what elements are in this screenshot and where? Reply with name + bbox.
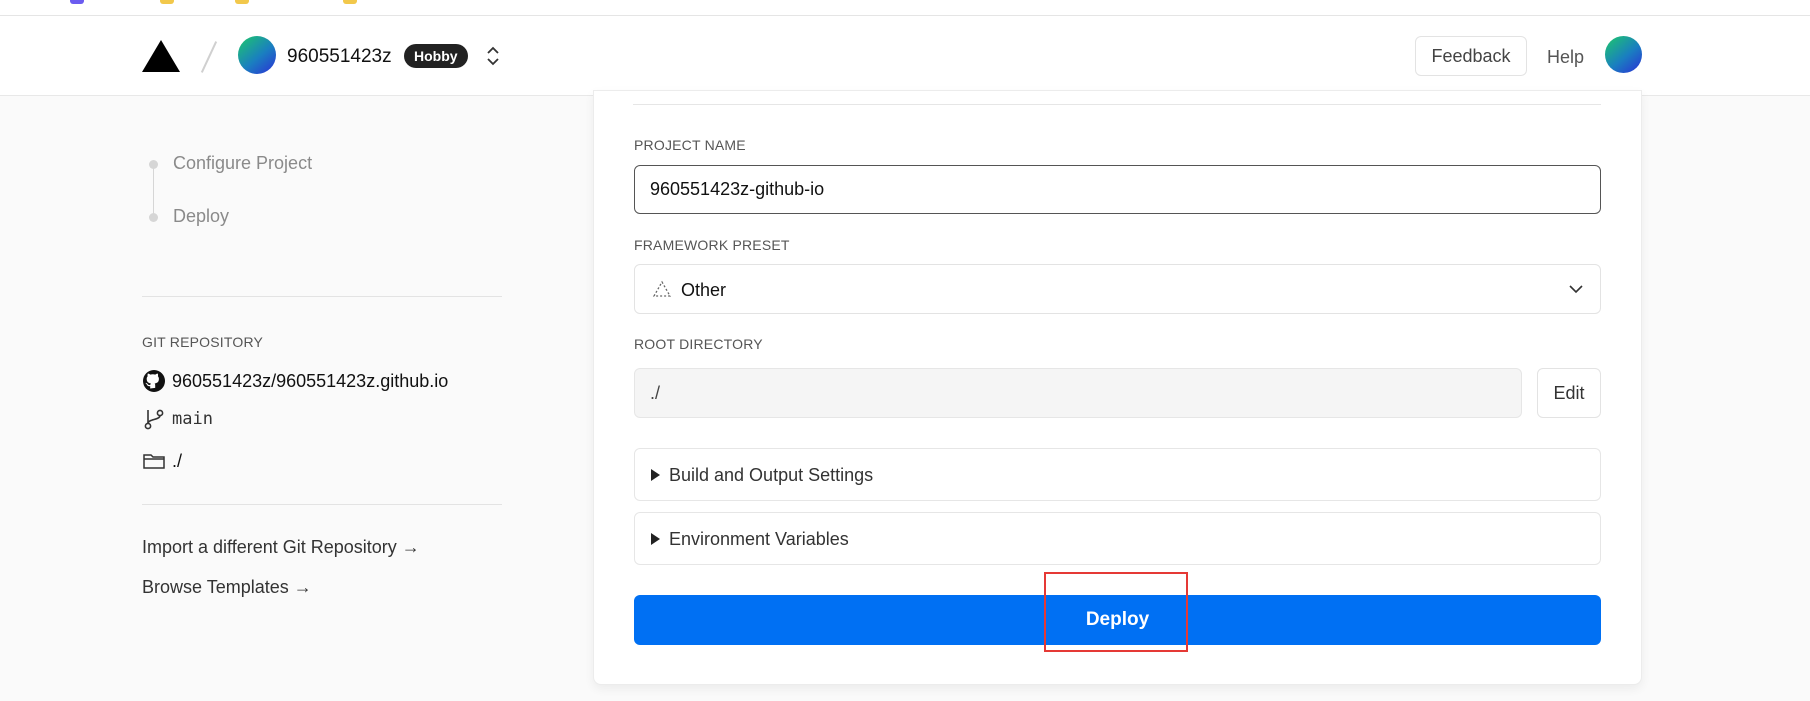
project-name-input[interactable]: 960551423z-github-io: [634, 165, 1601, 214]
step-dot: [149, 160, 158, 169]
bookmark-icon: [70, 0, 84, 4]
step-deploy: Deploy: [173, 206, 230, 226]
team-avatar[interactable]: [238, 36, 276, 74]
browse-templates-link[interactable]: Browse Templates →: [142, 577, 312, 598]
chevron-down-icon: [1569, 285, 1583, 294]
git-repository-title: GIT REPOSITORY: [142, 334, 264, 350]
repository-name[interactable]: 960551423z/960551423z.github.io: [172, 371, 448, 392]
github-icon: [143, 370, 165, 392]
team-name[interactable]: 960551423z: [287, 46, 392, 68]
step-configure-project: Configure Project: [173, 153, 313, 173]
top-navigation: 960551423z Hobby Feedback Help: [0, 16, 1810, 96]
vercel-logo-icon[interactable]: [142, 40, 180, 72]
plan-badge: Hobby: [404, 44, 468, 68]
framework-preset-select[interactable]: Other: [634, 264, 1601, 314]
caret-right-icon: [651, 533, 660, 545]
edit-root-directory-button[interactable]: Edit: [1537, 368, 1601, 418]
bookmark-icon: [343, 0, 357, 4]
user-avatar[interactable]: [1605, 36, 1642, 73]
sidebar-divider: [142, 296, 502, 297]
git-branch-icon: [144, 409, 164, 430]
caret-right-icon: [651, 469, 660, 481]
folder-icon: [143, 454, 165, 469]
browser-bookmarks-strip: [0, 0, 1810, 16]
build-output-settings-accordion[interactable]: Build and Output Settings: [634, 448, 1601, 501]
build-output-settings-label: Build and Output Settings: [669, 465, 874, 485]
root-directory-input: ./: [634, 368, 1522, 418]
environment-variables-accordion[interactable]: Environment Variables: [634, 512, 1601, 565]
step-dot: [149, 213, 158, 222]
branch-name: main: [172, 409, 213, 429]
framework-triangle-icon: [653, 280, 671, 297]
feedback-button[interactable]: Feedback: [1415, 36, 1527, 76]
directory-path: ./: [172, 450, 183, 471]
framework-preset-label: FRAMEWORK PRESET: [634, 237, 790, 253]
directory-row: ./: [142, 447, 182, 475]
breadcrumb-separator: [200, 41, 218, 73]
framework-preset-value: Other: [681, 280, 727, 300]
chevron-updown-icon[interactable]: [485, 44, 501, 68]
repository-row: 960551423z/960551423z.github.io: [142, 367, 448, 395]
sidebar-divider: [142, 504, 502, 505]
deploy-button[interactable]: Deploy: [634, 595, 1601, 645]
steps-connector: [153, 165, 154, 217]
bookmark-icon: [235, 0, 249, 4]
environment-variables-label: Environment Variables: [669, 529, 849, 549]
import-repository-link[interactable]: Import a different Git Repository →: [142, 537, 420, 558]
bookmark-icon: [160, 0, 174, 4]
project-name-label: PROJECT NAME: [634, 137, 746, 153]
root-directory-label: ROOT DIRECTORY: [634, 336, 763, 352]
help-link[interactable]: Help: [1547, 47, 1584, 68]
card-divider: [633, 104, 1601, 105]
branch-row: main: [142, 405, 213, 433]
